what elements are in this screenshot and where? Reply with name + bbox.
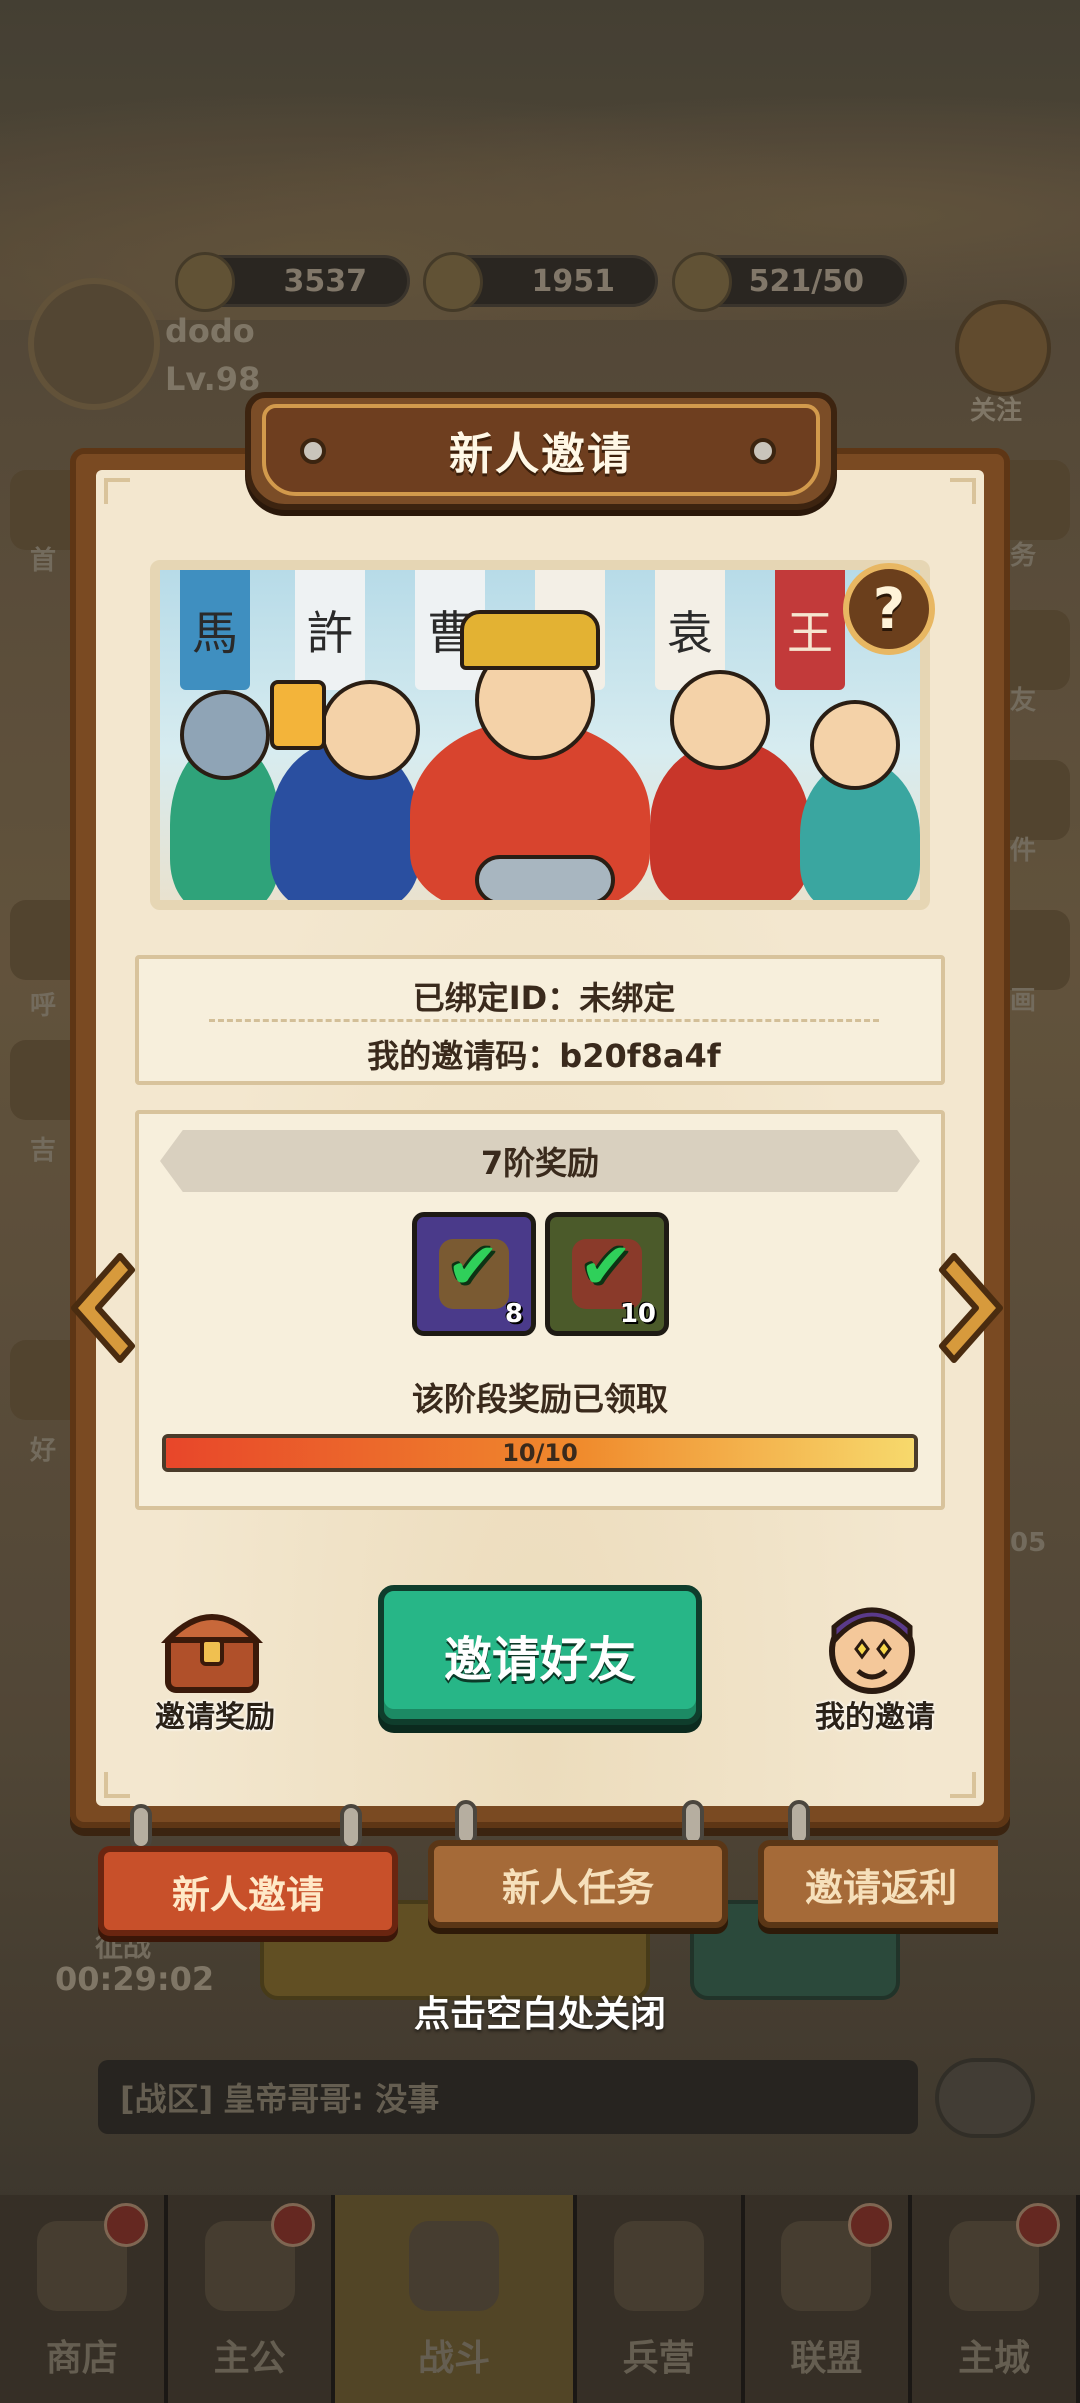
tab-newcomer-tasks[interactable]: 新人任务 [428,1840,728,1928]
invite-rewards-label[interactable]: 邀请奖励 [140,1692,290,1736]
prev-tier-arrow-icon[interactable] [66,1252,138,1364]
invite-friends-button[interactable]: 邀请好友 [378,1585,702,1725]
dialog-title-bar: 新人邀请 [262,404,820,496]
character-head [670,670,770,770]
tab-hook [130,1804,152,1850]
corner-ornament [104,1772,130,1798]
banner-flag-text: 許 [307,606,353,660]
bound-id-text: 已绑定ID：未绑定 [412,979,676,1017]
claimed-check-icon: ✔ [579,1230,633,1304]
beer-mug-icon [270,680,326,750]
reward-count: 8 [504,1299,523,1329]
corner-ornament [104,478,130,504]
character-head [810,700,900,790]
banner-flag-text: 王 [787,606,833,660]
banner-flag-text: 馬 [192,606,238,660]
close-hint-text[interactable]: 点击空白处关闭 [0,1985,1080,2037]
tab-newcomer-invite[interactable]: 新人邀请 [98,1846,398,1936]
next-tier-arrow-icon[interactable] [936,1252,1008,1364]
crown-helmet [460,610,600,670]
reward-tier-title: 7阶奖励 [160,1130,920,1192]
invite-banner-illustration: 馬 許 曹 張 袁 王 [150,560,930,910]
dashed-divider [209,1019,879,1022]
character-head [320,680,420,780]
help-question-button[interactable]: ? [843,563,935,655]
treasure-chest-icon[interactable] [160,1600,264,1696]
progress-label: 10/10 [502,1439,578,1467]
cauldron [475,855,615,900]
reward-count: 10 [619,1299,656,1329]
reward-item-key[interactable]: ✔ 8 [412,1212,536,1336]
tab-invite-rebate[interactable]: 邀请返利 [758,1840,998,1928]
reward-item-book[interactable]: ✔ 10 [545,1212,669,1336]
my-invites-avatar-icon[interactable] [820,1597,924,1697]
tab-hook [340,1804,362,1850]
character-head [180,690,270,780]
dialog-title: 新人邀请 [449,429,633,480]
my-invites-label[interactable]: 我的邀请 [800,1692,950,1736]
corner-ornament [950,1772,976,1798]
stage-status-text: 该阶段奖励已领取 [411,1380,668,1418]
rivet-icon [300,438,326,464]
claimed-check-icon: ✔ [446,1230,500,1304]
corner-ornament [950,478,976,504]
rivet-icon [750,438,776,464]
invite-info-box: 已绑定ID：未绑定 我的邀请码：b20f8a4f [135,955,945,1085]
invite-code-text[interactable]: 我的邀请码：b20f8a4f [139,1031,949,1077]
